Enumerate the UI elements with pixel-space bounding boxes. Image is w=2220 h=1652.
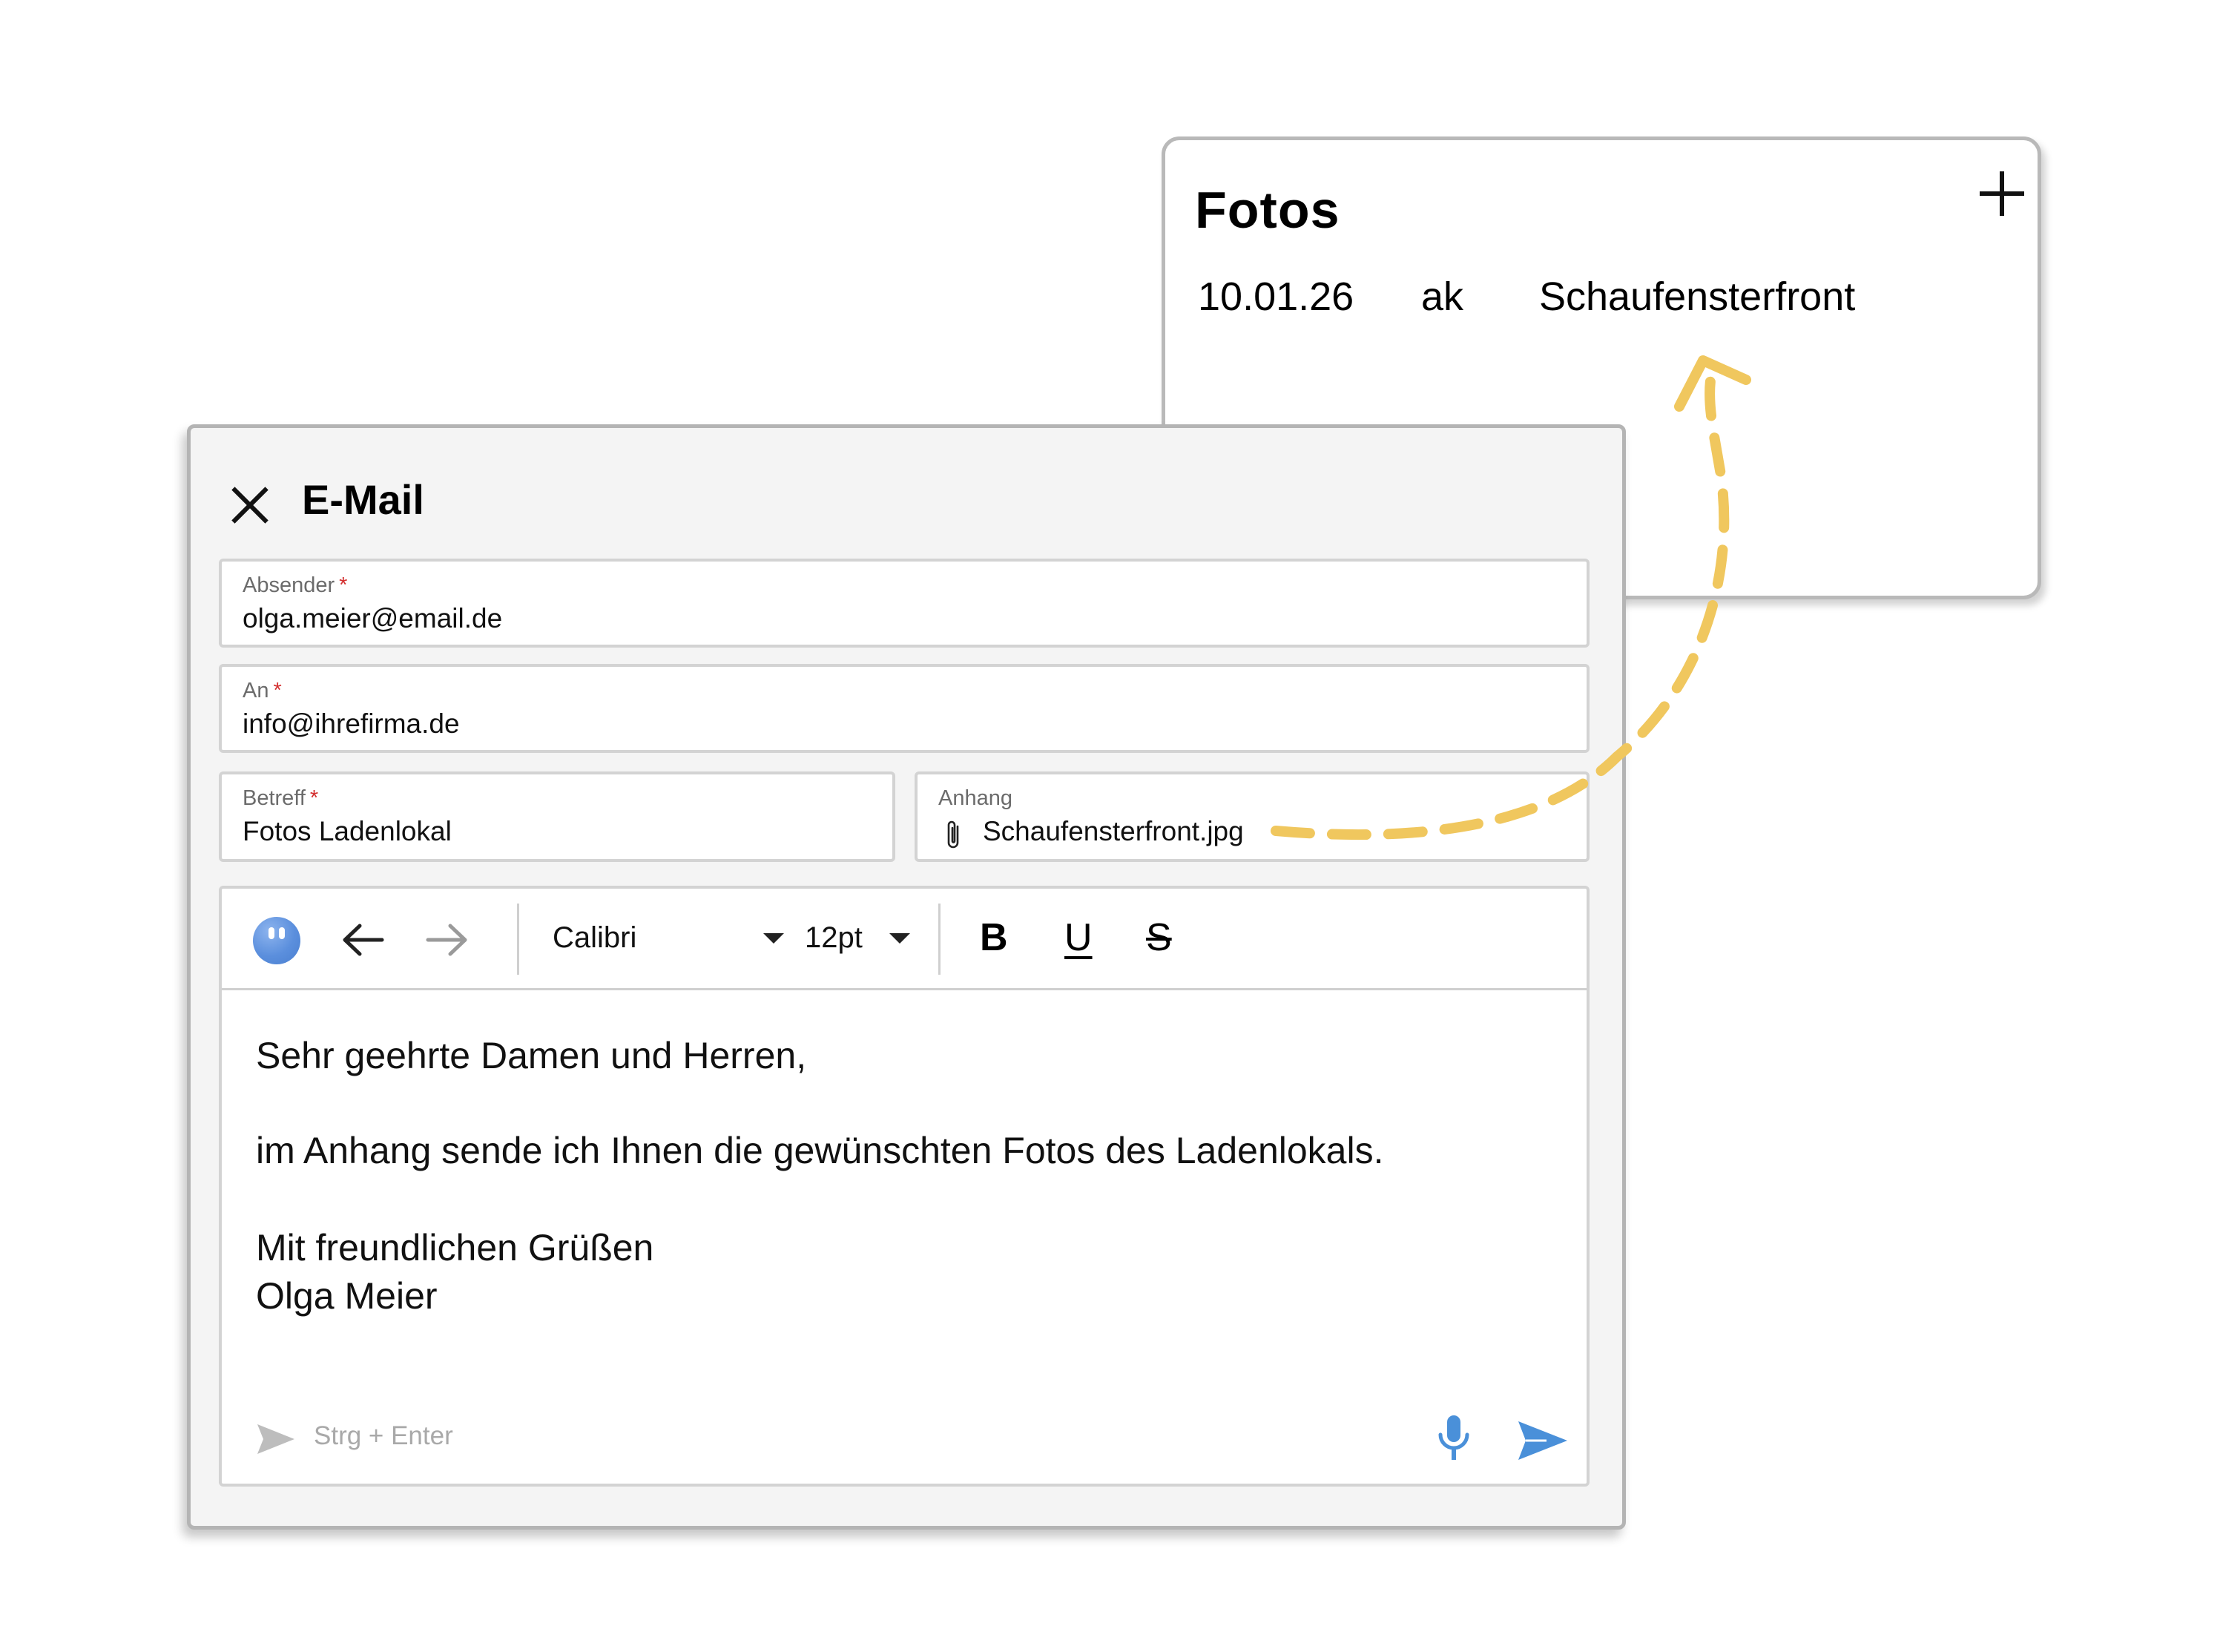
toolbar-divider [938,904,941,975]
recipient-field[interactable]: An * info@ihrefirma.de [219,664,1590,753]
dialog-title: E-Mail [302,476,424,523]
toolbar-divider [517,904,519,975]
paperclip-icon [947,820,959,849]
font-size-select[interactable]: 12pt [805,921,863,955]
fotos-row-date: 10.01.26 [1198,274,1354,319]
subject-input[interactable]: Fotos Ladenlokal [243,816,452,847]
sender-label: Absender * [243,573,348,597]
attachment-label: Anhang [938,786,1012,810]
subject-label: Betreff * [243,786,319,810]
editor-toolbar: Calibri 12pt B U S [222,889,1587,990]
subject-field[interactable]: Betreff * Fotos Ladenlokal [219,771,895,862]
recipient-input[interactable]: info@ihrefirma.de [243,708,460,740]
email-dialog: E-Mail Absender * olga.meier@email.de An *… [187,424,1626,1530]
body-closing: Mit freundlichen Grüßen [256,1227,654,1268]
sender-input[interactable]: olga.meier@email.de [243,603,502,634]
body-text: im Anhang sende ich Ihnen die gewünschte… [256,1130,1384,1171]
required-marker: * [273,679,282,702]
fotos-title: Fotos [1195,181,1340,239]
fotos-row-description: Schaufensterfront [1539,274,1856,319]
body-greeting: Sehr geehrte Damen und Herren, [256,1035,807,1076]
message-editor[interactable]: Calibri 12pt B U S Sehr geehrte Damen un… [219,886,1590,1487]
bold-button[interactable]: B [980,915,1008,960]
plus-icon[interactable] [1980,171,2024,216]
sender-field[interactable]: Absender * olga.meier@email.de [219,559,1590,648]
attachment-filename[interactable]: Schaufensterfront.jpg [983,816,1244,847]
microphone-icon[interactable] [1435,1414,1472,1463]
body-signature: Olga Meier [256,1275,438,1317]
undo-arrow-icon[interactable] [339,920,386,960]
strikethrough-button[interactable]: S [1146,915,1172,960]
chevron-down-icon[interactable] [763,933,784,944]
chevron-down-icon[interactable] [889,933,910,944]
redo-arrow-icon[interactable] [424,920,471,960]
send-icon[interactable] [1517,1420,1569,1461]
attachment-field[interactable]: Anhang Schaufensterfront.jpg [915,771,1590,862]
assistant-icon[interactable] [253,917,300,964]
required-marker: * [309,786,319,810]
recipient-label: An * [243,679,282,702]
send-hint-icon [257,1424,294,1454]
fotos-row-user: ak [1421,274,1464,319]
underline-button[interactable]: U [1064,915,1093,960]
send-shortcut-hint: Strg + Enter [314,1421,453,1450]
required-marker: * [339,573,348,597]
close-icon[interactable] [231,486,269,524]
font-select[interactable]: Calibri [553,921,636,955]
